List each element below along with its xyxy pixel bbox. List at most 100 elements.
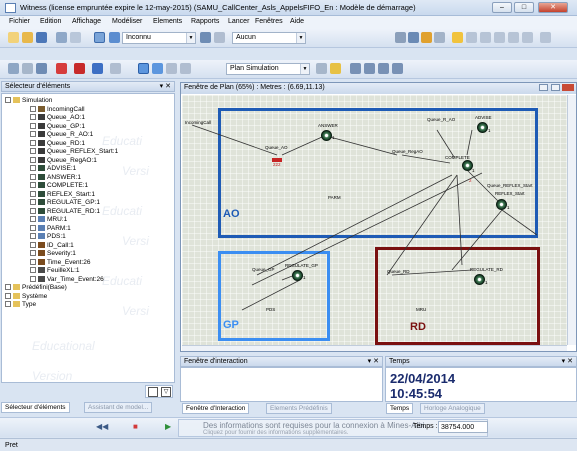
checkbox[interactable]: [30, 114, 36, 121]
tool-icon[interactable]: [395, 32, 406, 43]
tab-interaction-window[interactable]: Fenêtre d'Interaction: [182, 403, 250, 414]
filter-select[interactable]: Aucun ▼: [232, 32, 306, 44]
tool-icon[interactable]: [421, 32, 432, 43]
minimize-button[interactable]: –: [492, 2, 512, 13]
menu-affichage[interactable]: Affichage: [72, 18, 101, 25]
panel-pin-icon[interactable]: ▾ ✕: [160, 82, 171, 91]
layout-icon[interactable]: [152, 63, 163, 74]
tab-predefined-elements[interactable]: Elements Prédéfinis: [266, 403, 332, 414]
machine-advise[interactable]: [477, 122, 488, 133]
checkbox[interactable]: [30, 165, 36, 172]
align-icon[interactable]: [378, 63, 389, 74]
undo-icon[interactable]: [56, 32, 67, 43]
redo-icon[interactable]: [70, 32, 81, 43]
menu-fichier[interactable]: Fichier: [9, 18, 30, 25]
tree-item[interactable]: Queue_RegAO:1: [30, 157, 97, 165]
tool-icon[interactable]: [434, 32, 445, 43]
plan-minimize-button[interactable]: [539, 84, 548, 91]
tree-item[interactable]: Time_Event:26: [30, 259, 90, 267]
menu-aide[interactable]: Aide: [290, 18, 304, 25]
checkbox[interactable]: [5, 97, 11, 104]
tree-item[interactable]: REFLEX_Start:1: [30, 191, 95, 199]
tree-item[interactable]: Queue_RD:1: [30, 140, 85, 148]
view-icon[interactable]: [94, 32, 105, 43]
text-color-icon[interactable]: [74, 63, 85, 74]
close-button[interactable]: ✕: [538, 2, 568, 13]
line-color-icon[interactable]: [92, 63, 103, 74]
machine-regulate-rd[interactable]: [474, 274, 485, 285]
checkbox[interactable]: [30, 199, 36, 206]
tool-icon[interactable]: [408, 32, 419, 43]
checkbox[interactable]: [30, 250, 36, 257]
open-icon[interactable]: [22, 32, 33, 43]
tool-icon[interactable]: [316, 63, 327, 74]
tree-item[interactable]: Prédéfini(Base): [5, 284, 67, 292]
plan-close-button[interactable]: [562, 84, 574, 91]
checkbox[interactable]: [30, 182, 36, 189]
checkbox[interactable]: [30, 139, 36, 146]
checkbox[interactable]: [30, 233, 36, 240]
checkbox[interactable]: [30, 122, 36, 129]
checkbox[interactable]: [30, 105, 36, 112]
tree-item[interactable]: MRU:1: [30, 216, 67, 224]
machine-reflex-start[interactable]: [496, 199, 507, 210]
tree-item[interactable]: Type: [5, 301, 36, 309]
tree-item[interactable]: PDS:1: [30, 233, 66, 241]
align-icon[interactable]: [350, 63, 361, 74]
checkbox[interactable]: [30, 241, 36, 248]
checkbox[interactable]: [30, 267, 36, 274]
maximize-button[interactable]: □: [514, 2, 534, 13]
tree-item[interactable]: ANSWER:1: [30, 174, 81, 182]
save-icon[interactable]: [36, 32, 47, 43]
tree-item[interactable]: Queue_AO:1: [30, 114, 85, 122]
tool-icon[interactable]: [466, 32, 477, 43]
checkbox[interactable]: [30, 173, 36, 180]
layout-icon[interactable]: [180, 63, 191, 74]
machine-regulate-gp[interactable]: [292, 270, 303, 281]
tree-item[interactable]: Simulation: [5, 97, 52, 105]
checkbox[interactable]: [30, 216, 36, 223]
tree-item[interactable]: FeuilleXL:1: [30, 267, 80, 275]
tab-element-selector[interactable]: Sélecteur d'éléments: [1, 402, 70, 413]
checkbox[interactable]: [30, 207, 36, 214]
shape-icon[interactable]: [110, 63, 121, 74]
fill-icon[interactable]: [36, 63, 47, 74]
checkbox[interactable]: [5, 301, 11, 308]
menu-modeliser[interactable]: Modéliser: [112, 18, 142, 25]
tree-item[interactable]: COMPLETE:1: [30, 182, 88, 190]
element-tree[interactable]: Educati Versi Educati Versi Educati Vers…: [1, 93, 175, 383]
tree-item[interactable]: Système: [5, 293, 47, 301]
tree-item[interactable]: REGULATE_GP:1: [30, 199, 100, 207]
plan-horizontal-scrollbar[interactable]: [182, 345, 567, 351]
menu-fenetres[interactable]: Fenêtres: [255, 18, 283, 25]
plus-icon[interactable]: [214, 32, 225, 43]
grid-icon[interactable]: [8, 63, 19, 74]
tree-item[interactable]: ADVISE:1: [30, 165, 76, 173]
run-icon[interactable]: ▶: [165, 422, 171, 431]
panel-pin-icon[interactable]: ▾ ✕: [368, 357, 379, 366]
menu-lancer[interactable]: Lancer: [228, 18, 249, 25]
element-icon[interactable]: [109, 32, 120, 43]
plan-vertical-scrollbar[interactable]: [567, 95, 576, 345]
menu-rapports[interactable]: Rapports: [191, 18, 219, 25]
tool-icon[interactable]: [452, 32, 463, 43]
tool-icon[interactable]: [494, 32, 505, 43]
checkbox[interactable]: [30, 275, 36, 282]
checkbox[interactable]: [30, 190, 36, 197]
checkbox[interactable]: [30, 224, 36, 231]
tree-item[interactable]: IncomingCall: [30, 106, 85, 114]
tool-icon[interactable]: [522, 32, 533, 43]
checkbox[interactable]: [5, 292, 11, 299]
display-mode-select[interactable]: Inconnu ▼: [122, 32, 196, 44]
layout-icon[interactable]: [138, 63, 149, 74]
machine-answer[interactable]: [321, 130, 332, 141]
tree-item[interactable]: REGULATE_RD:1: [30, 208, 100, 216]
checkbox[interactable]: [30, 156, 36, 163]
layout-icon[interactable]: [166, 63, 177, 74]
checkbox[interactable]: [30, 148, 36, 155]
tool-icon[interactable]: [508, 32, 519, 43]
stop-icon[interactable]: ■: [133, 422, 138, 431]
plan-canvas[interactable]: AO GP RD IncomingCall Queue_AO 222 ANSWE…: [182, 95, 567, 345]
align-icon[interactable]: [392, 63, 403, 74]
plan-restore-button[interactable]: [551, 84, 560, 91]
